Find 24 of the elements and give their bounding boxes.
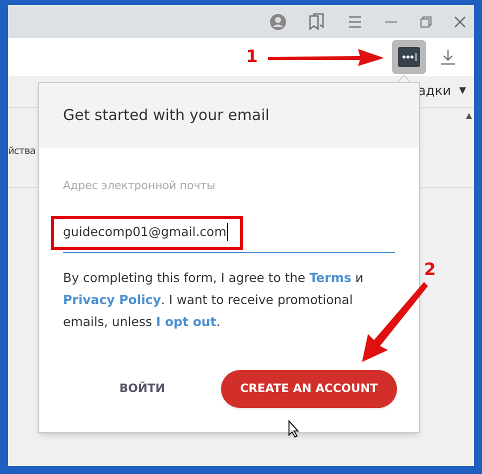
scroll-up-icon[interactable]: ▲ <box>466 110 472 122</box>
bookmarks-icon[interactable] <box>308 12 326 30</box>
email-label: Адрес электронной почты <box>63 178 216 194</box>
restore-icon[interactable] <box>420 16 432 28</box>
minimize-icon[interactable] <box>384 20 398 24</box>
popup-title: Get started with your email <box>63 105 270 126</box>
profile-icon[interactable] <box>270 14 286 30</box>
caret-icon[interactable]: ▼ <box>459 84 466 98</box>
annotation-number: 2 <box>424 259 436 282</box>
menu-icon[interactable] <box>348 16 362 28</box>
download-icon[interactable] <box>440 49 456 65</box>
consent-text: By completing this form, I agree to the Terms и Privacy Policy. I want to receive promotional emails, unless I opt out. <box>63 268 364 331</box>
page-text: йства <box>8 145 36 159</box>
login-button[interactable]: ВОЙТИ <box>119 380 165 398</box>
email-field[interactable]: guidecomp01@gmail.com <box>63 212 395 252</box>
consent-link[interactable]: I opt out <box>156 314 216 328</box>
create-account-button[interactable]: CREATE AN ACCOUNT <box>221 370 397 408</box>
extension-button[interactable] <box>392 40 426 74</box>
consent-link[interactable]: Terms <box>309 270 352 284</box>
annotation-number: 1 <box>246 46 258 69</box>
email-value: guidecomp01@gmail.com <box>63 222 228 242</box>
consent-link[interactable]: Privacy Policy <box>63 292 161 306</box>
close-icon[interactable] <box>454 16 466 28</box>
dots-icon <box>398 47 420 67</box>
